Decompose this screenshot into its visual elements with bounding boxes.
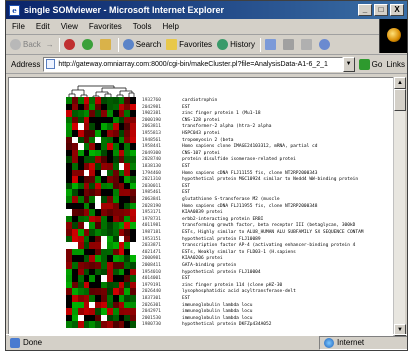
window-title: single SOMviewer - Microsoft Internet Ex…	[24, 5, 225, 15]
search-button[interactable]: Search	[122, 39, 161, 50]
address-dropdown-button[interactable]: ▼	[342, 56, 355, 72]
print-icon	[282, 39, 294, 50]
windows-logo-icon	[379, 19, 407, 53]
close-button[interactable]: X	[390, 4, 404, 16]
refresh-button[interactable]	[81, 39, 95, 50]
ie-icon: e	[9, 4, 20, 16]
home-icon	[99, 39, 111, 50]
refresh-icon	[81, 39, 93, 50]
toolbar-separator	[58, 37, 60, 52]
menu-file[interactable]: File	[12, 22, 25, 31]
go-arrow-icon	[358, 58, 370, 70]
edit-icon	[300, 39, 312, 50]
page-icon	[46, 59, 56, 69]
messenger-button[interactable]	[318, 39, 332, 50]
favorites-button[interactable]: Favorites	[166, 39, 212, 50]
internet-globe-icon	[324, 337, 334, 348]
history-button[interactable]: History	[217, 39, 255, 50]
page-done-icon	[10, 337, 20, 348]
browser-window: e single SOMviewer - Microsoft Internet …	[5, 0, 408, 351]
forward-button[interactable]: →	[46, 40, 54, 49]
title-bar[interactable]: e single SOMviewer - Microsoft Internet …	[6, 1, 407, 19]
vertical-scrollbar[interactable]: ▲ ▼	[393, 77, 406, 336]
home-button[interactable]	[99, 39, 113, 50]
maximize-button[interactable]: □	[374, 4, 388, 16]
menu-bar: File Edit View Favorites Tools Help	[6, 19, 407, 53]
address-field[interactable]: http://gateway.omniarray.com:8000/cgi-bi…	[43, 56, 343, 72]
address-url: http://gateway.omniarray.com:8000/cgi-bi…	[58, 60, 328, 68]
security-zone: Internet	[319, 335, 407, 350]
scroll-up-button[interactable]: ▲	[394, 77, 406, 89]
gene-description: hypothetical protein FLJ10004	[182, 269, 261, 275]
menu-edit[interactable]: Edit	[36, 22, 50, 31]
go-button[interactable]: Go	[358, 58, 382, 70]
toolbar-separator	[117, 37, 119, 52]
cluster-heatmap[interactable]	[66, 97, 137, 329]
minimize-button[interactable]: _	[358, 4, 372, 16]
menu-view[interactable]: View	[61, 22, 78, 31]
gene-description: lysophosphatidic acid acyltransferase-de…	[182, 289, 296, 295]
stop-icon	[63, 39, 75, 50]
address-label: Address	[11, 59, 41, 69]
address-bar: Address http://gateway.omniarray.com:800…	[6, 55, 407, 74]
menu-tools[interactable]: Tools	[133, 22, 152, 31]
scroll-thumb[interactable]	[394, 89, 406, 111]
gene-description: hypothetical protein DKFZp434A052	[182, 322, 272, 328]
gene-description: protein disulfide isomerase-related prot…	[182, 157, 296, 163]
menu-favorites[interactable]: Favorites	[89, 22, 122, 31]
edit-button[interactable]	[300, 39, 314, 50]
favorites-icon	[166, 39, 178, 50]
mail-button[interactable]	[264, 39, 278, 50]
status-bar: Done Internet	[6, 334, 407, 350]
gene-row[interactable]: 1980730 hypothetical protein DKFZp434A052	[142, 321, 271, 328]
gene-id: 1980730	[142, 322, 161, 328]
gene-description: hypothetical protein MGC10924 similar to…	[182, 177, 359, 183]
search-icon	[122, 39, 134, 50]
heatmap-cell	[130, 321, 137, 329]
links-button[interactable]: Links	[386, 60, 405, 69]
mail-icon	[264, 39, 276, 50]
print-button[interactable]	[282, 39, 296, 50]
menu-help[interactable]: Help	[162, 22, 178, 31]
stop-button[interactable]	[63, 39, 77, 50]
back-button[interactable]: Back	[10, 39, 41, 50]
back-arrow-icon	[10, 39, 21, 50]
status-text: Done	[6, 337, 319, 348]
toolbar-separator	[259, 37, 261, 52]
history-icon	[217, 39, 229, 50]
messenger-icon	[318, 39, 330, 50]
toolbar: Back → Search Favorites History	[6, 35, 407, 55]
